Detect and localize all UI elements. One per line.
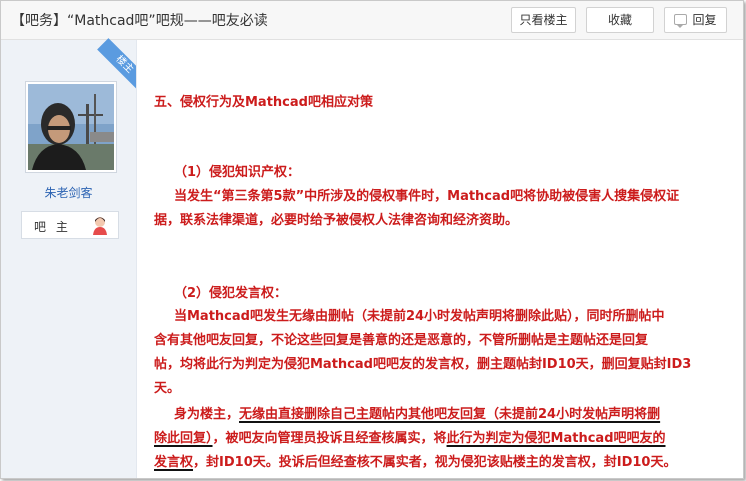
role-badge: 吧 主 — [21, 211, 119, 239]
role-label: 吧 主 — [34, 220, 71, 234]
post-frame: 【吧务】“Mathcad吧”吧规——吧友必读 只看楼主 收藏 回复 楼主 朱老剑… — [0, 0, 744, 479]
sub1-line1: 当发生“第三条第5款”中所涉及的侵权事件时，Mathcad吧将协助被侵害人搜集侵… — [174, 189, 680, 204]
para3-line2: 除此回复），被吧友向管理员投诉且经查核属实，将此行为判定为侵犯Mathcad吧吧… — [154, 427, 666, 446]
sub2-line1: 当Mathcad吧发生无缘由删帖（未提前24小时发帖声明将删除此贴），同时所删帖… — [174, 309, 665, 324]
sub1-line2: 据，联系法律渠道，必要时给予被侵权人法律咨询和经济资助。 — [154, 213, 519, 228]
para3-underlined-b: 无缘由直接删除自己主题帖内其他吧友回复（未提前24小时发帖声明将删 — [239, 407, 661, 422]
section-title: 五、侵权行为及Mathcad吧相应对策 — [154, 95, 373, 110]
sub2-line3: 帖，均将此行为判定为侵犯Mathcad吧吧友的发言权，删主题帖封ID10天，删回… — [154, 357, 692, 372]
favorite-button[interactable]: 收藏 — [586, 7, 654, 33]
ribbon-wrap: 楼主 — [1, 1, 136, 91]
reply-icon — [674, 14, 688, 28]
para3-underlined-e: 此行为判定为侵犯Mathcad吧吧友的 — [446, 431, 666, 446]
reply-button[interactable]: 回复 — [664, 7, 727, 33]
para3-line3: 发言权，封ID10天。投诉后但经查核不属实者，视为侵犯该贴楼主的发言权，封ID1… — [154, 451, 676, 470]
reply-label: 回复 — [692, 13, 717, 27]
sub2-title: （2）侵犯发言权： — [174, 286, 288, 301]
para3-text-a: 身为楼主， — [174, 407, 240, 422]
para3-text-d: ，被吧友向管理员投诉且经查核属实，将 — [212, 431, 447, 446]
para3-underlined-f: 发言权 — [154, 455, 194, 470]
author-name[interactable]: 朱老剑客 — [1, 184, 136, 201]
avatar[interactable] — [25, 81, 117, 173]
para3-text-g: ，封ID10天。投诉后但经查核不属实者，视为侵犯该贴楼主的发言权，封ID10天。 — [193, 455, 677, 470]
bar-owner-icon — [90, 215, 110, 239]
sub2-line2: 含有其他吧友回复，不论这些回复是善意的还是恶意的，不管所删帖是主题帖还是回复 — [154, 333, 649, 348]
sub1-title: （1）侵犯知识产权： — [174, 165, 301, 180]
only-op-button[interactable]: 只看楼主 — [511, 7, 576, 33]
sub2-line4: 天。 — [154, 381, 181, 396]
para3-line1: 身为楼主，无缘由直接删除自己主题帖内其他吧友回复（未提前24小时发帖声明将删 — [174, 403, 660, 422]
avatar-image — [28, 84, 114, 170]
para3-underlined-c: 除此回复） — [154, 431, 213, 446]
